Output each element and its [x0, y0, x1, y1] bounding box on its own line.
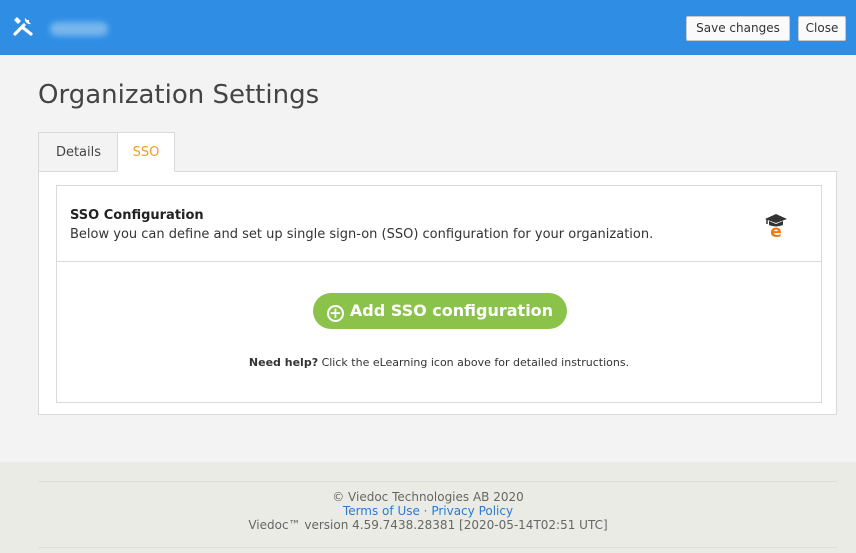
footer-link-separator: ·: [419, 504, 432, 518]
help-detail: Click the eLearning icon above for detai…: [318, 356, 630, 369]
elearning-icon[interactable]: e: [761, 210, 791, 238]
top-bar: Save changes Close: [0, 0, 856, 55]
sso-card: SSO Configuration Below you can define a…: [56, 185, 822, 403]
plus-circle-icon: +: [326, 305, 344, 322]
tab-panel: SSO Configuration Below you can define a…: [38, 171, 837, 415]
tab-sso[interactable]: SSO: [117, 132, 175, 172]
save-changes-button[interactable]: Save changes: [686, 16, 790, 41]
privacy-policy-link[interactable]: Privacy Policy: [431, 504, 513, 518]
close-button[interactable]: Close: [798, 16, 846, 41]
help-bold: Need help?: [248, 356, 319, 369]
tools-icon: [13, 17, 33, 36]
sso-description: Below you can define and set up single s…: [70, 227, 654, 242]
footer-divider-top: [38, 481, 837, 482]
footer-divider-bottom: [38, 547, 837, 548]
terms-of-use-link[interactable]: Terms of Use: [343, 504, 420, 518]
add-sso-label: Add SSO configuration: [349, 301, 554, 320]
organization-name-redacted: [50, 22, 108, 36]
sso-title: SSO Configuration: [70, 208, 204, 223]
page-title: Organization Settings: [38, 80, 320, 110]
sso-card-header: SSO Configuration Below you can define a…: [57, 186, 821, 262]
footer-copyright: © Viedoc Technologies AB 2020: [332, 490, 524, 504]
tab-details[interactable]: Details: [38, 132, 118, 172]
footer-links: Terms of Use · Privacy Policy: [0, 504, 856, 518]
footer: © Viedoc Technologies AB 2020 Terms of U…: [0, 462, 856, 553]
footer-version: Viedoc™ version 4.59.7438.28381 [2020-05…: [248, 518, 608, 532]
svg-text:e: e: [770, 222, 782, 238]
add-sso-configuration-button[interactable]: + Add SSO configuration: [313, 293, 567, 329]
help-text: Need help? Click the eLearning icon abov…: [57, 356, 821, 369]
